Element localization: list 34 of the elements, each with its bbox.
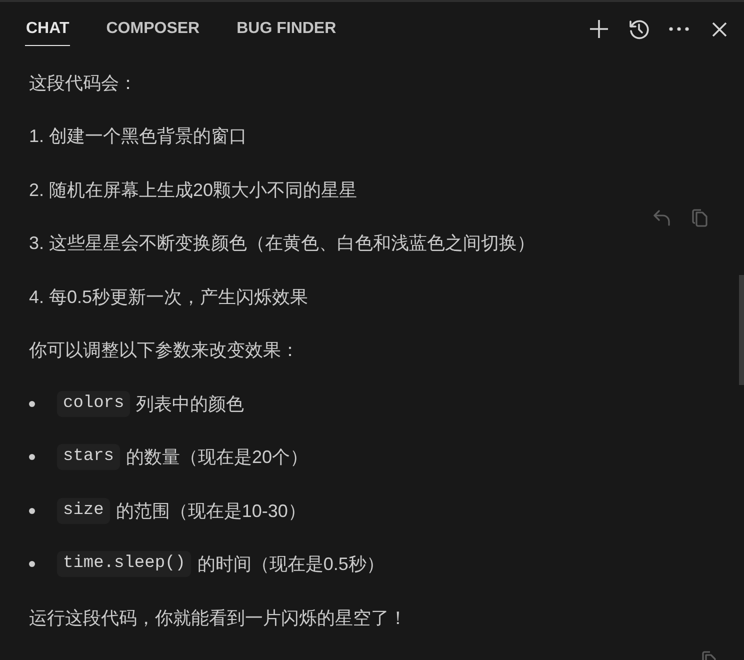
list-item-text: 列表中的颜色: [136, 392, 244, 416]
list-item-text: 的时间（现在是0.5秒）: [197, 553, 384, 576]
inline-code: size: [57, 498, 110, 524]
message-text: 你可以调整以下参数来改变效果：: [29, 339, 299, 362]
bullet-icon: [29, 454, 35, 460]
list-item-text: 的范围（现在是10-30）: [116, 500, 306, 523]
message-text: 4. 每0.5秒更新一次，产生闪烁效果: [29, 286, 308, 309]
scrollbar-thumb[interactable]: [739, 275, 744, 385]
inline-code: time.sleep(): [57, 551, 192, 578]
bullet-icon: [29, 400, 35, 407]
reply-icon: [653, 210, 671, 226]
inline-code: colors: [57, 390, 130, 417]
reply-button[interactable]: [652, 208, 672, 228]
tab[interactable]: BUG FINDER: [236, 12, 338, 46]
copy-button[interactable]: [690, 208, 710, 228]
message-text: 这段代码会：: [29, 72, 137, 95]
copy-icon: [692, 209, 708, 227]
inline-code: stars: [57, 444, 120, 470]
copy-icon[interactable]: [702, 651, 716, 660]
message-text: 1. 创建一个黑色背景的窗口: [29, 125, 248, 148]
message-text: 运行这段代码，你就能看到一片闪烁的星空了！: [29, 606, 407, 630]
list-item-text: 的数量（现在是20个）: [126, 446, 308, 470]
more-icon: [669, 27, 689, 31]
new-chat-button[interactable]: [587, 17, 611, 41]
bullet-icon: [29, 508, 35, 514]
history-icon: [628, 18, 650, 40]
tab[interactable]: COMPOSER: [105, 12, 201, 46]
tab[interactable]: CHAT: [25, 12, 70, 46]
message-text: 3. 这些星星会不断变换颜色（在黄色、白色和浅蓝色之间切换）: [29, 232, 536, 256]
message-text: 2. 随机在屏幕上生成20颗大小不同的星星: [29, 178, 358, 202]
close-icon: [712, 22, 726, 36]
plus-icon: [589, 19, 609, 39]
history-button[interactable]: [627, 17, 651, 41]
bullet-icon: [29, 561, 35, 568]
